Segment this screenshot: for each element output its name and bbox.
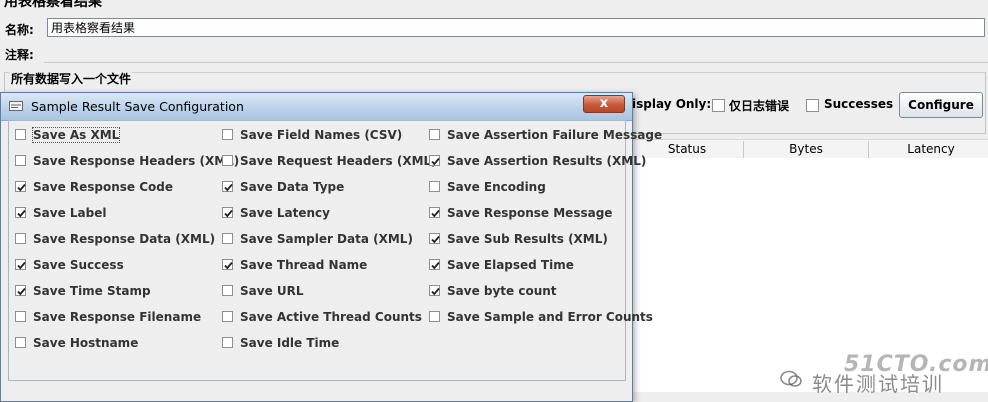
successes-label: Successes	[824, 97, 894, 111]
option-label: Save Elapsed Time	[447, 258, 574, 272]
checkbox[interactable]	[15, 207, 26, 218]
checkbox[interactable]	[222, 259, 233, 270]
checkbox[interactable]	[429, 311, 440, 322]
option-label: Save Response Data (XML)	[33, 232, 216, 246]
checkbox[interactable]	[222, 285, 233, 296]
option-label: Save Response Filename	[33, 310, 202, 324]
option-label: Save Time Stamp	[33, 284, 151, 298]
option-label: Save Field Names (CSV)	[240, 128, 403, 142]
option-label: Save Assertion Results (XML)	[447, 154, 647, 168]
checkbox[interactable]	[15, 285, 26, 296]
option-label: Save Assertion Failure Message	[447, 128, 663, 142]
checkbox[interactable]	[429, 181, 440, 192]
dialog-button-bar	[8, 380, 626, 401]
checkbox[interactable]	[15, 259, 26, 270]
checkbox[interactable]	[15, 233, 26, 244]
check-icon	[431, 261, 440, 270]
checkbox[interactable]	[429, 207, 440, 218]
dialog-titlebar[interactable]: Sample Result Save Configuration x	[1, 93, 632, 121]
errors-label: 仅日志错误	[729, 99, 790, 113]
checkbox[interactable]	[429, 259, 440, 270]
chat-bubble-icon	[780, 370, 802, 387]
option-label: Save Data Type	[240, 180, 345, 194]
checkbox[interactable]	[222, 337, 233, 348]
option-label: Save Idle Time	[240, 336, 340, 350]
checkbox[interactable]	[429, 233, 440, 244]
option-label: Save Success	[33, 258, 124, 272]
column-header-bytes[interactable]: Bytes	[743, 141, 868, 158]
column-header-latency[interactable]: Latency	[868, 141, 988, 158]
option-label: Save Request Headers (XML)	[240, 154, 437, 168]
checkbox[interactable]	[429, 285, 440, 296]
save-config-dialog: Sample Result Save Configuration x Save …	[0, 92, 662, 402]
configure-button[interactable]: Configure	[899, 92, 983, 118]
checkbox[interactable]	[15, 337, 26, 348]
option-label: Save Latency	[240, 206, 330, 220]
option-label: Save As XML	[31, 127, 121, 143]
option-label: Save Response Message	[447, 206, 613, 220]
option-label: Save URL	[240, 284, 304, 298]
checkbox[interactable]	[15, 311, 26, 322]
successes-checkbox[interactable]	[806, 99, 819, 112]
options-panel: Save As XML Save Field Names (CSV) Save As…	[8, 120, 662, 392]
check-icon	[224, 261, 233, 270]
option-label: Save Response Headers (XML)	[33, 154, 240, 168]
checkbox[interactable]	[222, 155, 233, 166]
panel-title: 用表格察看结果	[4, 0, 102, 10]
close-button[interactable]: x	[583, 95, 625, 113]
check-icon	[431, 287, 440, 296]
checkbox[interactable]	[222, 129, 233, 140]
check-icon	[224, 209, 233, 218]
option-label: Save Thread Name	[240, 258, 368, 272]
option-label: Save Sub Results (XML)	[447, 232, 608, 246]
check-icon	[224, 183, 233, 192]
checkbox[interactable]	[15, 129, 26, 140]
checkbox[interactable]	[429, 129, 440, 140]
checkbox[interactable]	[222, 233, 233, 244]
file-group-title: 所有数据写入一个文件	[10, 70, 133, 87]
check-icon	[17, 287, 26, 296]
checkbox[interactable]	[15, 181, 26, 192]
option-label: Save Encoding	[447, 180, 546, 194]
option-label: Save Active Thread Counts	[240, 310, 422, 324]
check-icon	[431, 209, 440, 218]
option-label: Save Label	[33, 206, 107, 220]
check-icon	[17, 183, 26, 192]
dialog-title: Sample Result Save Configuration	[31, 99, 244, 114]
option-label: Save Response Code	[33, 180, 174, 194]
comment-field[interactable]	[44, 62, 988, 63]
errors-checkbox[interactable]	[712, 99, 725, 112]
watermark-text: 软件测试培训	[812, 372, 944, 396]
name-input[interactable]: 用表格察看结果	[47, 18, 985, 37]
java-app-icon	[9, 101, 23, 111]
check-icon	[17, 261, 26, 270]
comment-label: 注释:	[5, 48, 34, 62]
check-icon	[17, 209, 26, 218]
results-table-header: Status Bytes Latency	[632, 139, 988, 159]
option-label: Save Sampler Data (XML)	[240, 232, 413, 246]
option-label: Save Hostname	[33, 336, 139, 350]
close-icon: x	[599, 96, 609, 111]
checkbox[interactable]	[222, 311, 233, 322]
checkbox[interactable]	[222, 181, 233, 192]
option-label: Save Sample and Error Counts	[447, 310, 653, 324]
display-only-label: isplay Only:	[632, 97, 712, 111]
checkbox[interactable]	[222, 207, 233, 218]
column-header-status[interactable]: Status	[632, 141, 742, 158]
name-label: 名称:	[5, 23, 34, 37]
checkbox[interactable]	[429, 155, 440, 166]
check-icon	[431, 157, 440, 166]
checkbox[interactable]	[15, 155, 26, 166]
check-icon	[431, 235, 440, 244]
option-label: Save byte count	[447, 284, 557, 298]
